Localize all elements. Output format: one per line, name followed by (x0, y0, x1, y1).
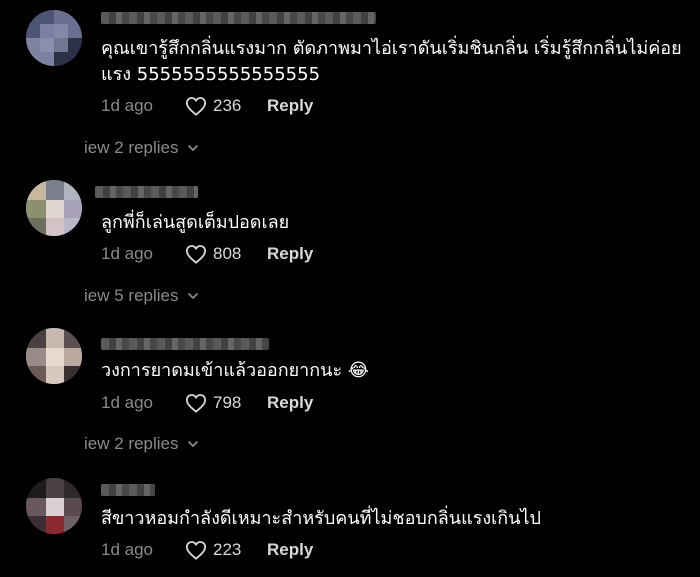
view-replies-label: iew 5 replies (84, 286, 179, 305)
view-replies-label: iew 2 replies (84, 434, 179, 453)
reply-button[interactable]: Reply (267, 540, 313, 560)
heart-outline-icon (185, 394, 207, 413)
like-count: 798 (213, 393, 242, 412)
comment-meta: 1d ago 808 Reply (101, 242, 313, 266)
reply-button[interactable]: Reply (267, 244, 313, 264)
view-replies-button[interactable]: iew 5 replies (84, 286, 199, 306)
like-button[interactable]: 798 (185, 393, 267, 413)
like-button[interactable]: 236 (185, 96, 267, 116)
comment-text: ลูกพี่ก็เล่นสูดเต็มปอดเลย (101, 212, 290, 233)
view-replies-button[interactable]: iew 2 replies (84, 138, 199, 158)
username-redacted[interactable] (95, 186, 198, 198)
heart-outline-icon (185, 541, 207, 560)
avatar[interactable] (26, 478, 82, 534)
comment-text: คุณเขารู้สึกกลิ่นแรงมาก ตัดภาพมาไอ่เราดั… (101, 38, 682, 85)
username-redacted[interactable] (101, 12, 376, 24)
comment-meta: 1d ago 236 Reply (101, 94, 313, 118)
comment-time: 1d ago (101, 540, 153, 559)
view-replies-label: iew 2 replies (84, 138, 179, 157)
like-button[interactable]: 808 (185, 244, 267, 264)
like-count: 236 (213, 96, 242, 115)
username-redacted[interactable] (101, 338, 269, 350)
heart-outline-icon (185, 97, 207, 116)
view-replies-button[interactable]: iew 2 replies (84, 434, 199, 454)
comment-time: 1d ago (101, 244, 153, 263)
comment-time: 1d ago (101, 96, 153, 115)
username-redacted[interactable] (101, 484, 155, 496)
comment-text: วงการยาดมเข้าแล้วออกยากนะ 😂 (101, 360, 369, 381)
chevron-down-icon (187, 144, 198, 152)
chevron-down-icon (187, 440, 198, 448)
like-count: 808 (213, 244, 242, 263)
chevron-down-icon (187, 292, 198, 300)
like-count: 223 (213, 540, 242, 559)
avatar[interactable] (26, 180, 82, 236)
comment-time: 1d ago (101, 393, 153, 412)
avatar[interactable] (26, 10, 82, 66)
comment-meta: 1d ago 798 Reply (101, 391, 313, 415)
reply-button[interactable]: Reply (267, 96, 313, 116)
comment-meta: 1d ago 223 Reply (101, 538, 313, 562)
avatar[interactable] (26, 328, 82, 384)
like-button[interactable]: 223 (185, 540, 267, 560)
reply-button[interactable]: Reply (267, 393, 313, 413)
heart-outline-icon (185, 245, 207, 264)
comment-text: สีขาวหอมกำลังดีเหมาะสำหรับคนที่ไม่ชอบกลิ… (101, 508, 541, 529)
